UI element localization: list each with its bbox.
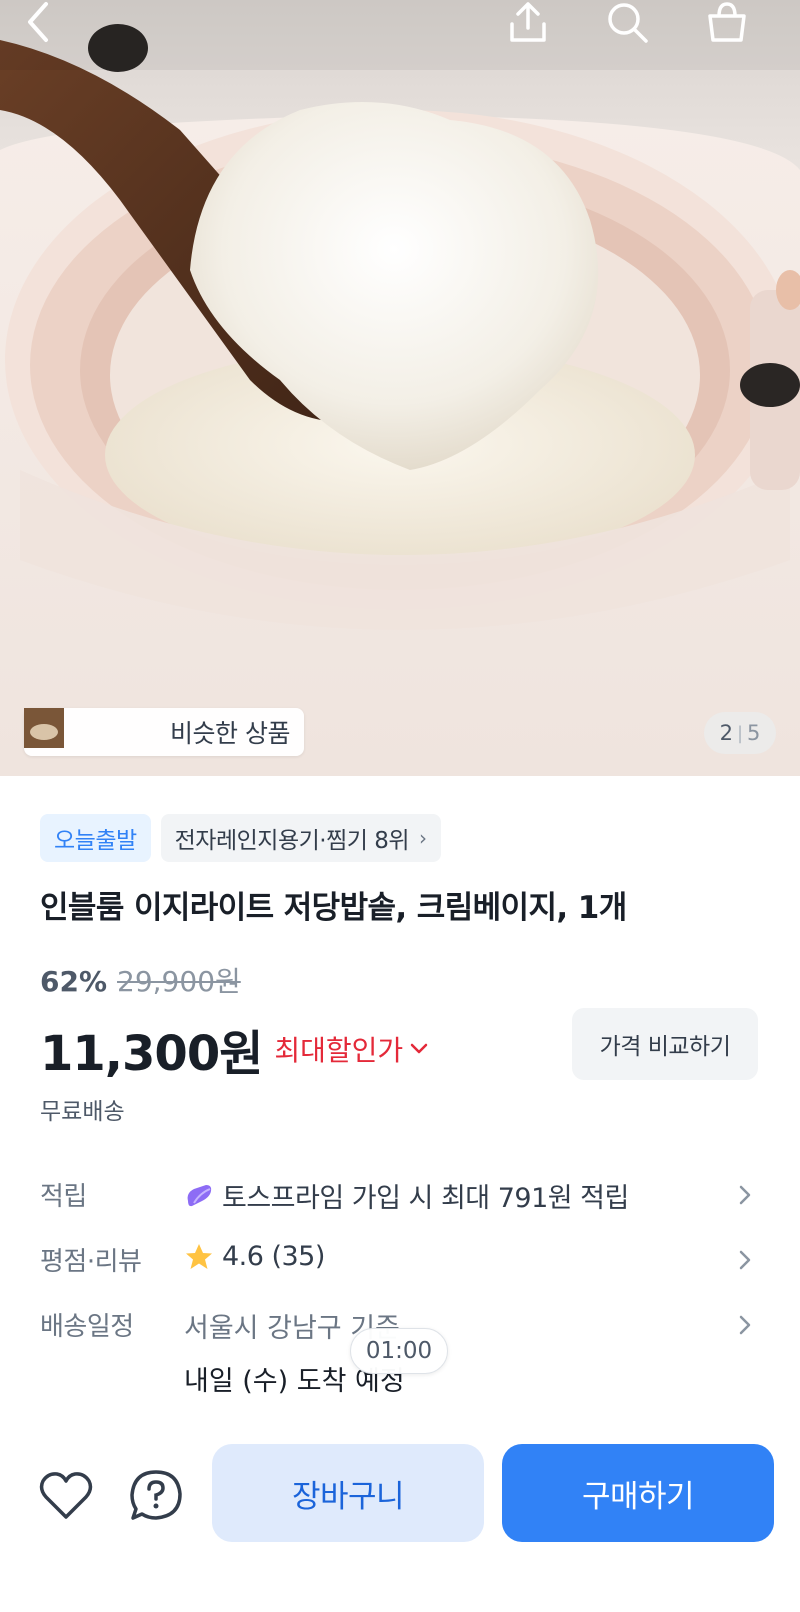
search-button[interactable] (605, 0, 665, 50)
price-row: 11,300원 최대할인가 (40, 1014, 429, 1084)
max-discount-label: 최대할인가 (274, 1034, 404, 1067)
share-icon (510, 2, 546, 42)
points-label: 적립 (40, 1182, 87, 1212)
question-icon (130, 1470, 182, 1520)
add-to-cart-button[interactable]: 장바구니 (212, 1444, 484, 1542)
delivery-arrival: 내일 (수) 도착 예정 (184, 1366, 405, 1397)
total-pages: 5 (747, 721, 761, 745)
shipping-fee: 무료배송 (40, 1099, 125, 1125)
max-discount-dropdown[interactable]: 최대할인가 (274, 1029, 429, 1069)
cart-icon-button[interactable] (704, 0, 764, 50)
delivery-location: 서울시 강남구 기준 (184, 1313, 400, 1344)
chevron-down-icon (410, 1043, 428, 1054)
original-price: 29,900원 (117, 965, 241, 998)
wishlist-button[interactable] (36, 1466, 96, 1526)
rating-score: 4.6 (222, 1241, 264, 1272)
buy-now-button[interactable]: 구매하기 (502, 1444, 774, 1542)
inquiry-button[interactable] (126, 1466, 186, 1526)
similar-products-label: 비슷한 상품 (170, 719, 290, 748)
back-button[interactable] (22, 0, 82, 50)
share-button[interactable] (506, 0, 566, 50)
compare-price-button[interactable]: 가격 비교하기 (572, 1008, 758, 1080)
current-page: 2 (719, 721, 733, 745)
chevron-left-icon (28, 2, 48, 42)
points-row[interactable]: 적립 토스프라임 가입 시 최대 791원 적립 (40, 1176, 760, 1215)
badge-today-shipping-label: 오늘출발 (54, 828, 137, 854)
chevron-right-icon: › (419, 826, 427, 850)
chevron-right-icon (730, 1180, 760, 1210)
points-value: 토스프라임 가입 시 최대 791원 적립 (222, 1183, 629, 1214)
chevron-right-icon (730, 1245, 760, 1275)
review-count: (35) (271, 1241, 325, 1272)
similar-thumb-2 (24, 708, 114, 752)
toss-prime-icon (187, 1184, 212, 1206)
page-separator: | (736, 722, 744, 744)
product-photo-rice-cooker (0, 0, 800, 776)
product-badges: 오늘출발 전자레인지용기·찜기 8위 › (40, 814, 441, 862)
discount-row: 62% 29,900원 (40, 960, 241, 1000)
badge-category-ranking-label: 전자레인지용기·찜기 8위 (174, 828, 410, 854)
sale-price: 11,300원 (40, 1026, 263, 1082)
video-timer-badge: 01:00 (350, 1328, 448, 1374)
delivery-label: 배송일정 (40, 1312, 134, 1342)
badge-today-shipping: 오늘출발 (40, 814, 151, 862)
chevron-right-icon (730, 1310, 760, 1340)
heart-icon (39, 1472, 93, 1519)
star-icon (186, 1243, 212, 1269)
shopping-bag-icon (708, 2, 746, 42)
product-image-gallery[interactable]: 비슷한 상품 2 | 5 (0, 0, 800, 776)
rating-row[interactable]: 평점·리뷰 4.6 (35) (40, 1241, 760, 1278)
similar-thumb-3 (24, 708, 158, 752)
search-icon (608, 3, 648, 43)
rating-label: 평점·리뷰 (40, 1247, 142, 1277)
product-title: 인블룸 이지라이트 저당밥솥, 크림베이지, 1개 (40, 890, 627, 926)
discount-rate: 62% (40, 965, 108, 998)
badge-category-ranking[interactable]: 전자레인지용기·찜기 8위 › (160, 814, 441, 862)
similar-products-button[interactable]: 비슷한 상품 (24, 708, 304, 756)
image-page-indicator: 2 | 5 (704, 712, 776, 754)
